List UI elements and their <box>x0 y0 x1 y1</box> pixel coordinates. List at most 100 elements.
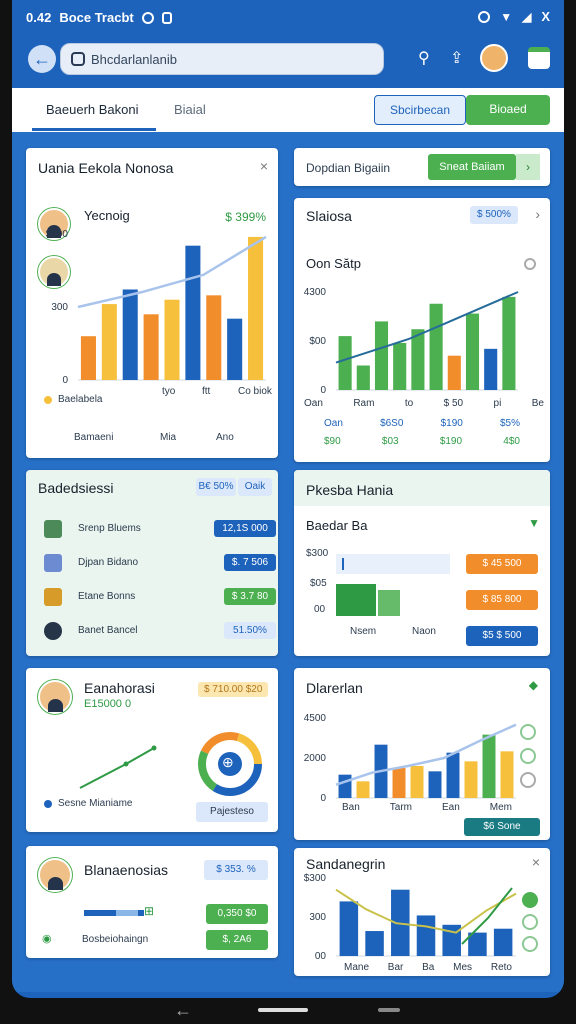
nav-home-pill[interactable] <box>258 1008 308 1012</box>
card2-button[interactable]: Sneat Baiiam <box>428 154 516 180</box>
x-label: Reto <box>490 962 512 973</box>
status-bar: 0.42 Boce Tracbt ▼ ◢ X <box>12 0 564 34</box>
team-icon <box>44 520 62 538</box>
legend-item: pi <box>493 398 502 409</box>
bar <box>493 928 513 956</box>
list-item[interactable]: Banet Bancel 51.50% <box>44 620 276 642</box>
bar <box>484 348 498 390</box>
card-summary: Blanaenosias $ 353. % ⊞ 0,350 $0 $, 2A6 … <box>26 846 278 958</box>
legend-dot <box>44 396 52 404</box>
bar <box>248 236 264 380</box>
share-icon[interactable]: ⇪ <box>450 48 463 68</box>
bar <box>446 752 460 798</box>
card8-badge2[interactable]: $, 2A6 <box>206 930 268 950</box>
search-field-icon <box>71 52 85 66</box>
card5-ytick: $05 <box>310 578 327 589</box>
card6-button[interactable]: Pajesteso <box>196 802 268 822</box>
cell: $90 <box>324 436 341 447</box>
card5-badge[interactable]: $ 45 500 <box>466 554 538 574</box>
x-tick-label: ftt <box>202 386 211 397</box>
card3-row1: Oan $6S0 $190 $5% <box>324 418 520 429</box>
x-label: Bar <box>387 962 404 973</box>
app-name: Boce Tracbt <box>59 10 134 25</box>
check-icon[interactable] <box>522 936 538 952</box>
legend-dot <box>44 800 52 808</box>
y-tick: 2000 <box>304 753 327 764</box>
chevron-right-icon[interactable]: › <box>516 154 540 180</box>
chart1: $000 300 0 tyo ftt Co biok <box>46 229 273 397</box>
system-nav-bar: ← <box>0 998 576 1024</box>
user-avatar[interactable] <box>480 44 508 72</box>
nav-recents-icon[interactable] <box>378 1008 400 1012</box>
card3-row2: $90 $03 $190 4$0 <box>324 436 520 447</box>
bar <box>365 931 384 956</box>
bar <box>185 245 201 380</box>
card2-label: Dopdian Bigaiin <box>306 161 391 175</box>
card4-badge2[interactable]: Oaik <box>238 478 272 496</box>
filter-icon[interactable] <box>520 724 536 740</box>
nav-back-icon[interactable]: ← <box>174 1000 192 1021</box>
x-label: Mem <box>489 802 512 813</box>
cell: $190 <box>439 436 463 447</box>
progress-mark <box>342 558 344 570</box>
bar <box>206 295 222 380</box>
dashboard-content: Uania Eekola Nonosa × Yecnoig $ 399% $00… <box>12 132 564 992</box>
card8-badge1[interactable]: 0,350 $0 <box>206 904 268 924</box>
x-label: Ban <box>342 802 360 813</box>
x-label: Ba <box>422 962 435 973</box>
bar <box>101 304 117 380</box>
person-avatar <box>38 858 72 892</box>
x-label: Tarm <box>389 802 412 813</box>
calendar-icon[interactable] <box>528 47 550 69</box>
filter-icon[interactable] <box>520 772 536 788</box>
list-item-value: $ 3.7 80 <box>224 588 276 605</box>
chart9: $300 300 00 <box>304 873 517 962</box>
wifi-icon: ▼ <box>500 9 513 24</box>
bar <box>482 734 496 798</box>
bar <box>464 761 478 798</box>
cell: $5% <box>499 418 520 429</box>
globe-icon: ⊕ <box>222 754 234 770</box>
card5-xlabel: Naon <box>412 626 436 637</box>
card-distribution-chart: Dlarerlan ◆ 4500 2000 0 Ban Tarm Ean Mem $… <box>294 668 550 840</box>
card7-button[interactable]: $6 Sone <box>464 818 540 836</box>
card5-badge[interactable]: $ 85 800 <box>466 590 538 610</box>
bar <box>411 329 425 390</box>
list-item[interactable]: Srenp Bluems 12,1S 000 <box>44 518 276 540</box>
bar <box>465 313 480 390</box>
back-button[interactable]: ← <box>28 45 56 73</box>
card-balance-list: Badedsiessi B€ 50% Oaik Srenp Bluems 12,… <box>26 470 278 656</box>
search-field[interactable]: Bhcdarlanlanib <box>60 43 384 75</box>
check-icon[interactable] <box>522 892 538 908</box>
y-tick: 4300 <box>304 287 327 298</box>
bar <box>122 289 138 380</box>
person-icon <box>44 622 62 640</box>
y-tick: $000 <box>46 229 69 240</box>
legend-item: Ram <box>353 398 375 409</box>
bar <box>338 774 352 798</box>
card8-legend: Bosbeiohaingn <box>82 934 149 945</box>
bar <box>393 342 407 390</box>
check-icon[interactable] <box>522 914 538 930</box>
primary-button[interactable]: Bioaed <box>466 95 550 125</box>
tab-detail[interactable]: Biaial <box>174 102 206 117</box>
secondary-button[interactable]: Sbcirbecan <box>374 95 466 125</box>
list-item[interactable]: Etane Bonns $ 3.7 80 <box>44 586 276 608</box>
search-icon[interactable]: ⚲ <box>418 48 430 68</box>
search-placeholder: Bhcdarlanlanib <box>91 52 178 67</box>
y-tick: 4500 <box>304 713 327 724</box>
location-icon: ◉ <box>42 933 52 945</box>
y-tick: 300 <box>51 302 68 313</box>
card5-ytick: $300 <box>306 548 329 559</box>
bar <box>80 336 96 380</box>
card5-badge[interactable]: $5 $ 500 <box>466 626 538 646</box>
side-controls <box>520 724 536 788</box>
bar <box>356 781 370 798</box>
tab-overview[interactable]: Baeuerh Bakoni <box>32 102 156 131</box>
list-item[interactable]: Djpan Bidano $. 7 506 <box>44 552 276 574</box>
chevron-down-icon[interactable]: ▼ <box>528 516 540 530</box>
card-sales-trend: Sandanegrin × $300 300 00 Mane Bar Ba Mes … <box>294 848 550 976</box>
legend-item: to <box>404 398 414 409</box>
bar <box>143 314 159 380</box>
filter-icon[interactable] <box>520 748 536 764</box>
